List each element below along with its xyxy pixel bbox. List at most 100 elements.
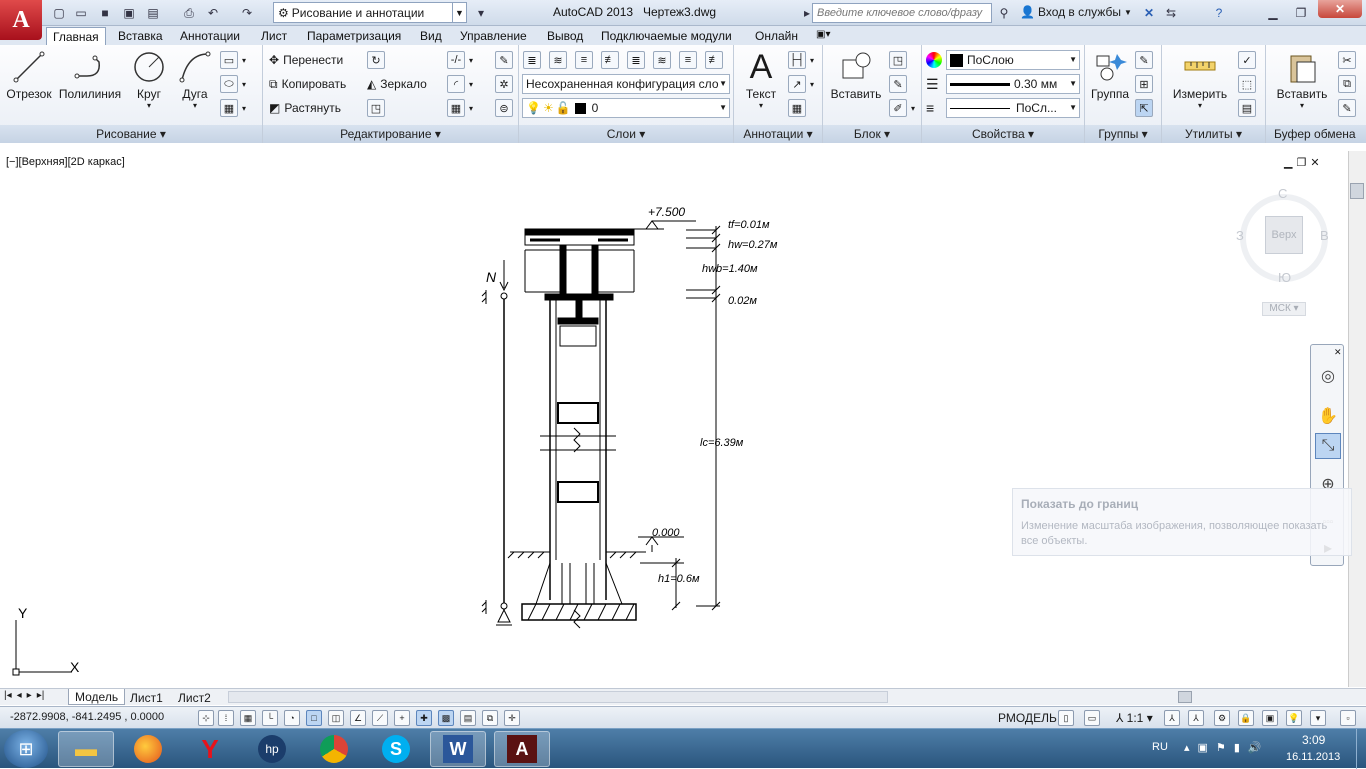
save-as-icon[interactable]: ▣ xyxy=(120,4,138,22)
hardware-acceleration-icon[interactable]: ▣ xyxy=(1262,710,1278,726)
taskbar-firefox[interactable] xyxy=(120,731,176,767)
annotation-visibility-icon[interactable]: ⅄ xyxy=(1164,710,1180,726)
group-select-button[interactable]: ⇱ xyxy=(1135,98,1153,118)
edit-block-button[interactable]: ✎ xyxy=(889,74,907,94)
last-layout-icon[interactable]: ▸| xyxy=(37,690,45,701)
object-snap-tracking-icon[interactable]: ∠ xyxy=(350,710,366,726)
table-button[interactable]: ▦ xyxy=(788,98,806,118)
linetype-dropdown[interactable]: ПоСл... ▼ xyxy=(946,98,1080,118)
plot-preview-icon[interactable]: ▤ xyxy=(144,4,162,22)
layer-off-button[interactable]: ≣ xyxy=(627,50,645,70)
binoculars-icon[interactable]: ⚲ xyxy=(995,4,1013,22)
leader-button[interactable]: ↗ ▾ xyxy=(788,74,814,94)
layer-isolate-button[interactable]: ≢ xyxy=(601,50,619,70)
taskbar-hp[interactable]: hp xyxy=(244,731,300,767)
fillet-button[interactable]: ◜ ▾ xyxy=(447,74,473,94)
array-button[interactable]: ▦ ▾ xyxy=(447,98,473,118)
paste-button[interactable]: Вставить ▾ xyxy=(1272,49,1332,110)
clean-screen-icon[interactable]: ▫ xyxy=(1340,710,1356,726)
dynamic-input-icon[interactable]: + xyxy=(394,710,410,726)
taskbar-autocad[interactable]: A xyxy=(494,731,550,767)
quick-properties-icon[interactable]: ▤ xyxy=(460,710,476,726)
text-button[interactable]: A Текст ▾ xyxy=(738,48,784,111)
offset-button[interactable]: ⊜ xyxy=(495,98,513,118)
selection-cycling-icon[interactable]: ⧉ xyxy=(482,710,498,726)
workspace-dropdown[interactable]: ⚙ Рисование и аннотации ▼ xyxy=(273,2,467,23)
dimension-button[interactable]: ├┤ ▾ xyxy=(788,50,814,70)
close-button[interactable]: ✕ xyxy=(1318,0,1362,18)
group-button[interactable]: Группа xyxy=(1089,49,1131,101)
calculator-button[interactable]: ▤ xyxy=(1238,98,1256,118)
lock-ui-icon[interactable]: 🔒 xyxy=(1238,710,1254,726)
panel-groups-title[interactable]: Группы ▾ xyxy=(1085,125,1161,143)
workspace-switch-icon[interactable]: ⚙ xyxy=(1214,710,1230,726)
group-edit-button[interactable]: ⊞ xyxy=(1135,74,1153,94)
new-file-icon[interactable]: ▢ xyxy=(50,4,68,22)
vertical-scroll-thumb[interactable] xyxy=(1350,183,1364,199)
start-button[interactable]: ⊞ xyxy=(4,730,48,768)
first-layout-icon[interactable]: |◂ xyxy=(4,690,12,701)
print-icon[interactable]: ⎙ xyxy=(180,4,198,22)
cut-button[interactable]: ✂ xyxy=(1338,50,1356,70)
tab-insert[interactable]: Вставка xyxy=(112,27,169,45)
tab-model[interactable]: Модель xyxy=(68,689,126,705)
tab-annotate[interactable]: Аннотации xyxy=(174,27,246,45)
horizontal-scroll-thumb[interactable] xyxy=(1178,691,1192,703)
undo-icon[interactable]: ↶ xyxy=(204,4,222,22)
panel-draw-title[interactable]: Рисование ▾ xyxy=(0,125,262,143)
tab-output[interactable]: Вывод xyxy=(541,27,589,45)
layer-lock-button[interactable]: ≡ xyxy=(679,50,697,70)
auto-scale-icon[interactable]: ⅄ xyxy=(1188,710,1204,726)
viewcube-west[interactable]: З xyxy=(1236,228,1244,243)
layer-walk-button[interactable]: ≢ xyxy=(705,50,723,70)
viewcube[interactable]: Верх С Ю З В МСК ▾ xyxy=(1232,186,1336,316)
ortho-mode-icon[interactable]: └ xyxy=(262,710,278,726)
tab-home[interactable]: Главная xyxy=(46,27,106,45)
redo-icon[interactable]: ↷ xyxy=(238,4,256,22)
zoom-extents-icon[interactable]: ⤡ xyxy=(1315,433,1341,459)
measure-button[interactable]: Измерить ▾ xyxy=(1168,49,1232,110)
layer-match-button[interactable]: ≋ xyxy=(549,50,567,70)
next-layout-icon[interactable]: ▸ xyxy=(27,690,32,701)
object-snap-icon[interactable]: □ xyxy=(306,710,322,726)
erase-button[interactable]: ✎ xyxy=(495,50,513,70)
tab-layout1[interactable]: Лист1 xyxy=(124,690,169,706)
panel-layers-title[interactable]: Слои ▾ xyxy=(519,125,733,143)
move-button[interactable]: ✥ Перенести xyxy=(269,50,343,70)
taskbar-skype[interactable]: S xyxy=(368,731,424,767)
3d-object-snap-icon[interactable]: ◫ xyxy=(328,710,344,726)
quick-view-drawings-icon[interactable]: ▭ xyxy=(1084,710,1100,726)
tab-online[interactable]: Онлайн xyxy=(749,27,804,45)
polyline-button[interactable]: Полилиния xyxy=(56,49,124,101)
layer-dropdown[interactable]: 💡 ☀ 🔓 0 ▼ xyxy=(522,98,730,118)
arc-button[interactable]: Дуга ▾ xyxy=(174,49,216,110)
trim-button[interactable]: -/- ▾ xyxy=(447,50,473,70)
clock-date[interactable]: 16.11.2013 xyxy=(1286,751,1340,763)
clock-time[interactable]: 3:09 xyxy=(1302,733,1325,747)
tab-parametric[interactable]: Параметризация xyxy=(301,27,407,45)
hatch-button[interactable]: ▦ ▾ xyxy=(220,98,246,118)
annotation-monitor-icon[interactable]: ✛ xyxy=(504,710,520,726)
quick-access-more-icon[interactable]: ▾ xyxy=(472,4,490,22)
select-all-button[interactable]: ⬚ xyxy=(1238,74,1256,94)
horizontal-scrollbar[interactable] xyxy=(228,691,888,703)
coordinates-readout[interactable]: -2872.9908, -841.2495 , 0.0000 xyxy=(10,711,164,723)
panel-clipboard-title[interactable]: Буфер обмена xyxy=(1266,125,1366,143)
show-lineweight-icon[interactable]: ✚ xyxy=(416,710,432,726)
lineweight-dropdown[interactable]: 0.30 мм ▼ xyxy=(946,74,1080,94)
steering-wheel-icon[interactable]: ◎ xyxy=(1315,363,1341,389)
exchange-icon[interactable]: ✕ xyxy=(1140,4,1158,22)
model-space-toggle[interactable]: РМОДЕЛЬ xyxy=(998,711,1057,725)
isolate-objects-icon[interactable]: 💡 xyxy=(1286,710,1302,726)
panel-modify-title[interactable]: Редактирование ▾ xyxy=(263,125,518,143)
search-input[interactable]: Введите ключевое слово/фразу xyxy=(812,3,992,23)
layer-freeze-button[interactable]: ≋ xyxy=(653,50,671,70)
snap-mode-icon[interactable]: ⁞ xyxy=(218,710,234,726)
viewport-close-icon[interactable]: ✕ xyxy=(1310,156,1319,169)
stay-connected-icon[interactable]: ⇆ xyxy=(1162,4,1180,22)
help-icon[interactable]: ? xyxy=(1210,4,1228,22)
match-properties-button[interactable] xyxy=(926,50,942,70)
color-dropdown[interactable]: ПоСлою ▼ xyxy=(946,50,1080,70)
layer-previous-button[interactable]: ≡ xyxy=(575,50,593,70)
copy-button[interactable]: ⧉ Копировать xyxy=(269,74,346,94)
